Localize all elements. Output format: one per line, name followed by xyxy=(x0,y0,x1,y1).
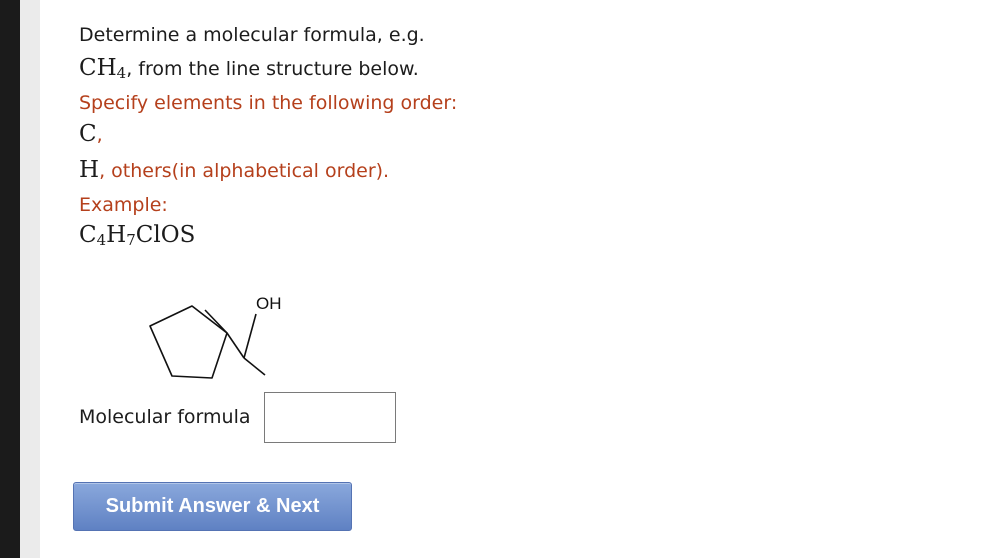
ethyl-bond-2 xyxy=(243,357,266,376)
order-h: H xyxy=(79,157,100,183)
line-structure: OH xyxy=(149,294,282,379)
question-line1: Determine a molecular formula, e.g. xyxy=(79,24,425,46)
order-c-line: C, xyxy=(79,123,103,146)
methyl-bond xyxy=(204,309,228,334)
order-c: C xyxy=(79,121,97,147)
question-line2: CH4, from the line structure below. xyxy=(79,57,419,81)
example-formula: CH4 xyxy=(79,55,127,82)
question-panel: Determine a molecular formula, e.g. CH4,… xyxy=(0,0,984,558)
submit-answer-button[interactable]: Submit Answer & Next xyxy=(73,482,352,531)
order-comma: , xyxy=(96,124,103,146)
order-instruction: Specify elements in the following order: xyxy=(79,92,458,114)
ethyl-bond-1 xyxy=(226,332,245,359)
order-rest: , others(in alphabetical order). xyxy=(99,160,390,182)
order-h-line: H, others(in alphabetical order). xyxy=(79,159,389,182)
example2-formula: C4H7ClOS xyxy=(79,222,196,249)
molecular-formula-input[interactable] xyxy=(264,392,396,443)
cyclopentane-ring xyxy=(149,305,228,379)
hydroxyl-label: OH xyxy=(256,294,282,313)
question-line2-rest: , from the line structure below. xyxy=(126,58,419,80)
answer-label: Molecular formula xyxy=(79,406,251,428)
example-label: Example: xyxy=(79,194,168,216)
hydroxyl-bond xyxy=(243,313,257,359)
